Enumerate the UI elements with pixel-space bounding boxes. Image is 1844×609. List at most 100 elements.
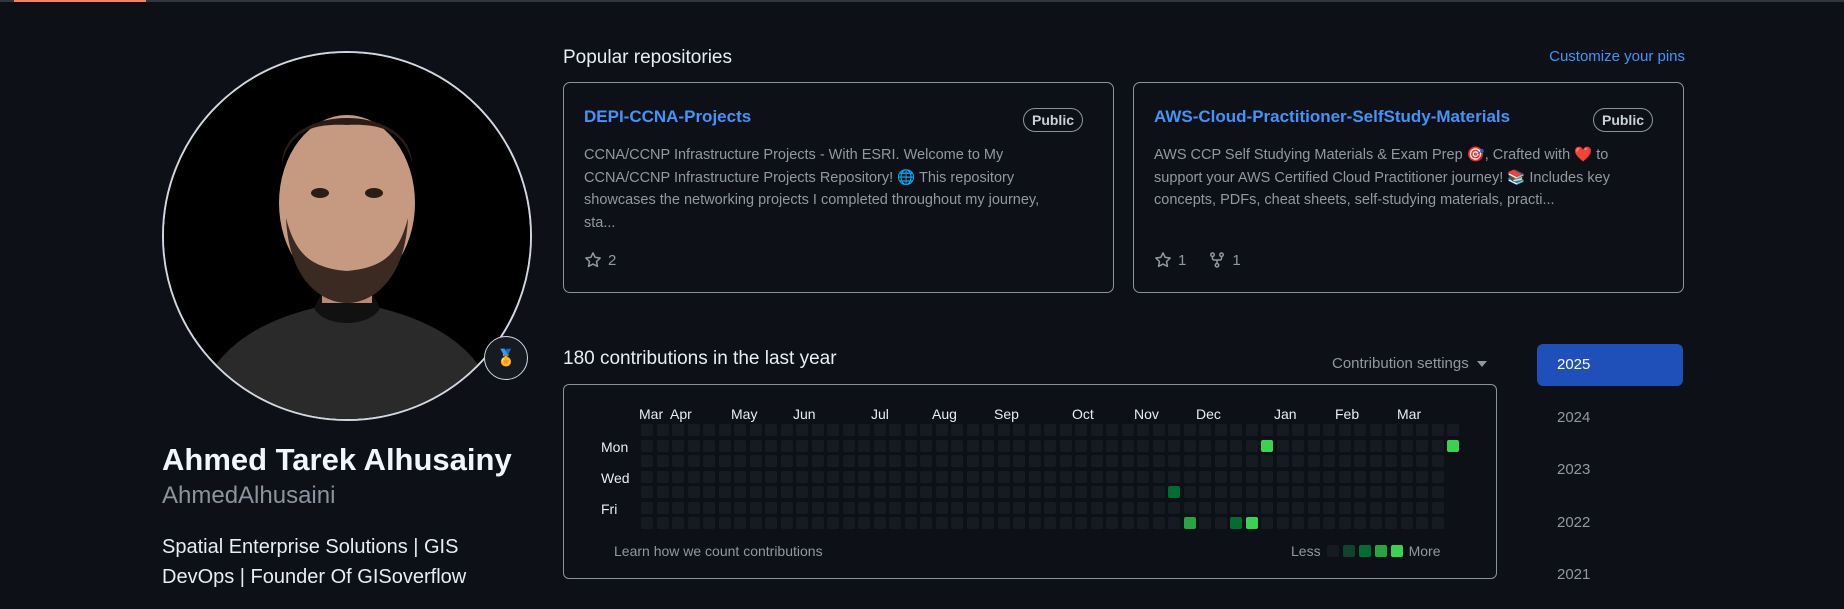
- contribution-cell[interactable]: [1183, 517, 1196, 529]
- contribution-cell[interactable]: [1431, 517, 1444, 529]
- contribution-cell[interactable]: [1230, 439, 1242, 452]
- contribution-cell[interactable]: [904, 470, 917, 483]
- contribution-cell[interactable]: [827, 486, 839, 498]
- contribution-cell[interactable]: [749, 424, 762, 436]
- contribution-cell[interactable]: [1152, 439, 1165, 452]
- contribution-cell[interactable]: [904, 501, 917, 514]
- contribution-cell[interactable]: [1075, 517, 1087, 529]
- contribution-cell[interactable]: [641, 517, 653, 529]
- contribution-cell[interactable]: [1400, 455, 1413, 467]
- contribution-cell[interactable]: [1152, 517, 1165, 529]
- contribution-cell[interactable]: [687, 439, 700, 452]
- contribution-cell[interactable]: [780, 455, 793, 467]
- contribution-cell[interactable]: [1292, 501, 1304, 514]
- contribution-cell[interactable]: [656, 501, 669, 514]
- contribution-cell[interactable]: [749, 501, 762, 514]
- contribution-cell[interactable]: [1292, 470, 1304, 483]
- contribution-cell[interactable]: [904, 424, 917, 436]
- contribution-cell[interactable]: [1090, 517, 1103, 529]
- contribution-cell[interactable]: [1106, 455, 1118, 467]
- contribution-cell[interactable]: [1168, 439, 1180, 452]
- contribution-cell[interactable]: [1369, 439, 1382, 452]
- contribution-cell[interactable]: [1385, 470, 1397, 483]
- contribution-cell[interactable]: [718, 455, 731, 467]
- contribution-cell[interactable]: [1059, 439, 1072, 452]
- contribution-cell[interactable]: [811, 486, 824, 498]
- contribution-cell[interactable]: [951, 424, 963, 436]
- contribution-cell[interactable]: [1168, 455, 1180, 467]
- contribution-cell[interactable]: [1121, 501, 1134, 514]
- contribution-cell[interactable]: [982, 424, 994, 436]
- contribution-cell[interactable]: [1354, 470, 1366, 483]
- contribution-cell[interactable]: [672, 424, 684, 436]
- contribution-cell[interactable]: [1199, 486, 1211, 498]
- contribution-cell[interactable]: [1400, 424, 1413, 436]
- contribution-cell[interactable]: [641, 439, 653, 452]
- contribution-cell[interactable]: [1137, 455, 1149, 467]
- contribution-cell[interactable]: [1261, 517, 1273, 529]
- contribution-cell[interactable]: [920, 424, 932, 436]
- contribution-cell[interactable]: [656, 439, 669, 452]
- contribution-cell[interactable]: [997, 439, 1010, 452]
- stars-link[interactable]: 1: [1154, 251, 1186, 269]
- contribution-cell[interactable]: [1044, 517, 1056, 529]
- contribution-cell[interactable]: [734, 470, 746, 483]
- contribution-cell[interactable]: [703, 424, 715, 436]
- contribution-cell[interactable]: [1059, 486, 1072, 498]
- contribution-cell[interactable]: [1276, 517, 1289, 529]
- contribution-cell[interactable]: [1106, 517, 1118, 529]
- contribution-cell[interactable]: [1261, 470, 1273, 483]
- contribution-cell[interactable]: [889, 439, 901, 452]
- contribution-cell[interactable]: [1199, 501, 1211, 514]
- contribution-cell[interactable]: [1338, 517, 1351, 529]
- contribution-cell[interactable]: [1137, 424, 1149, 436]
- contribution-cell[interactable]: [656, 424, 669, 436]
- contribution-cell[interactable]: [858, 439, 870, 452]
- contribution-cell[interactable]: [734, 424, 746, 436]
- contribution-cell[interactable]: [1183, 455, 1196, 467]
- contribution-cell[interactable]: [889, 517, 901, 529]
- contribution-cell[interactable]: [672, 517, 684, 529]
- contribution-cell[interactable]: [1307, 424, 1320, 436]
- contribution-cell[interactable]: [1214, 486, 1227, 498]
- contribution-cell[interactable]: [1137, 486, 1149, 498]
- contribution-cell[interactable]: [641, 470, 653, 483]
- contribution-cell[interactable]: [796, 486, 808, 498]
- contribution-cell[interactable]: [1338, 439, 1351, 452]
- contribution-cell[interactable]: [827, 517, 839, 529]
- contribution-cell[interactable]: [1338, 424, 1351, 436]
- contribution-cell[interactable]: [1354, 486, 1366, 498]
- contribution-cell[interactable]: [1245, 455, 1258, 467]
- contribution-cell[interactable]: [1292, 486, 1304, 498]
- contribution-cell[interactable]: [889, 470, 901, 483]
- contribution-cell[interactable]: [656, 470, 669, 483]
- contribution-cell[interactable]: [1214, 455, 1227, 467]
- contribution-cell[interactable]: [1307, 455, 1320, 467]
- contribution-cell[interactable]: [796, 501, 808, 514]
- contribution-cell[interactable]: [1183, 439, 1196, 452]
- contribution-cell[interactable]: [1199, 470, 1211, 483]
- contribution-cell[interactable]: [842, 486, 855, 498]
- contribution-cell[interactable]: [889, 501, 901, 514]
- contribution-cell[interactable]: [1230, 486, 1242, 498]
- contribution-cell[interactable]: [1431, 439, 1444, 452]
- contribution-cell[interactable]: [1028, 424, 1041, 436]
- contribution-cell[interactable]: [920, 455, 932, 467]
- contribution-cell[interactable]: [1416, 424, 1428, 436]
- contribution-cell[interactable]: [1307, 501, 1320, 514]
- contribution-cell[interactable]: [1385, 455, 1397, 467]
- achievement-badge[interactable]: 🏅: [484, 336, 528, 380]
- contribution-cell[interactable]: [1121, 486, 1134, 498]
- contribution-cell[interactable]: [1447, 439, 1459, 452]
- contribution-cell[interactable]: [1385, 486, 1397, 498]
- contribution-cell[interactable]: [1013, 517, 1025, 529]
- contribution-cell[interactable]: [1199, 439, 1211, 452]
- contribution-cell[interactable]: [687, 501, 700, 514]
- contribution-cell[interactable]: [858, 501, 870, 514]
- contribution-cell[interactable]: [1152, 486, 1165, 498]
- contribution-cell[interactable]: [997, 424, 1010, 436]
- contribution-cell[interactable]: [1307, 439, 1320, 452]
- contribution-cell[interactable]: [641, 424, 653, 436]
- contribution-cell[interactable]: [1261, 501, 1273, 514]
- contribution-cell[interactable]: [1168, 517, 1180, 529]
